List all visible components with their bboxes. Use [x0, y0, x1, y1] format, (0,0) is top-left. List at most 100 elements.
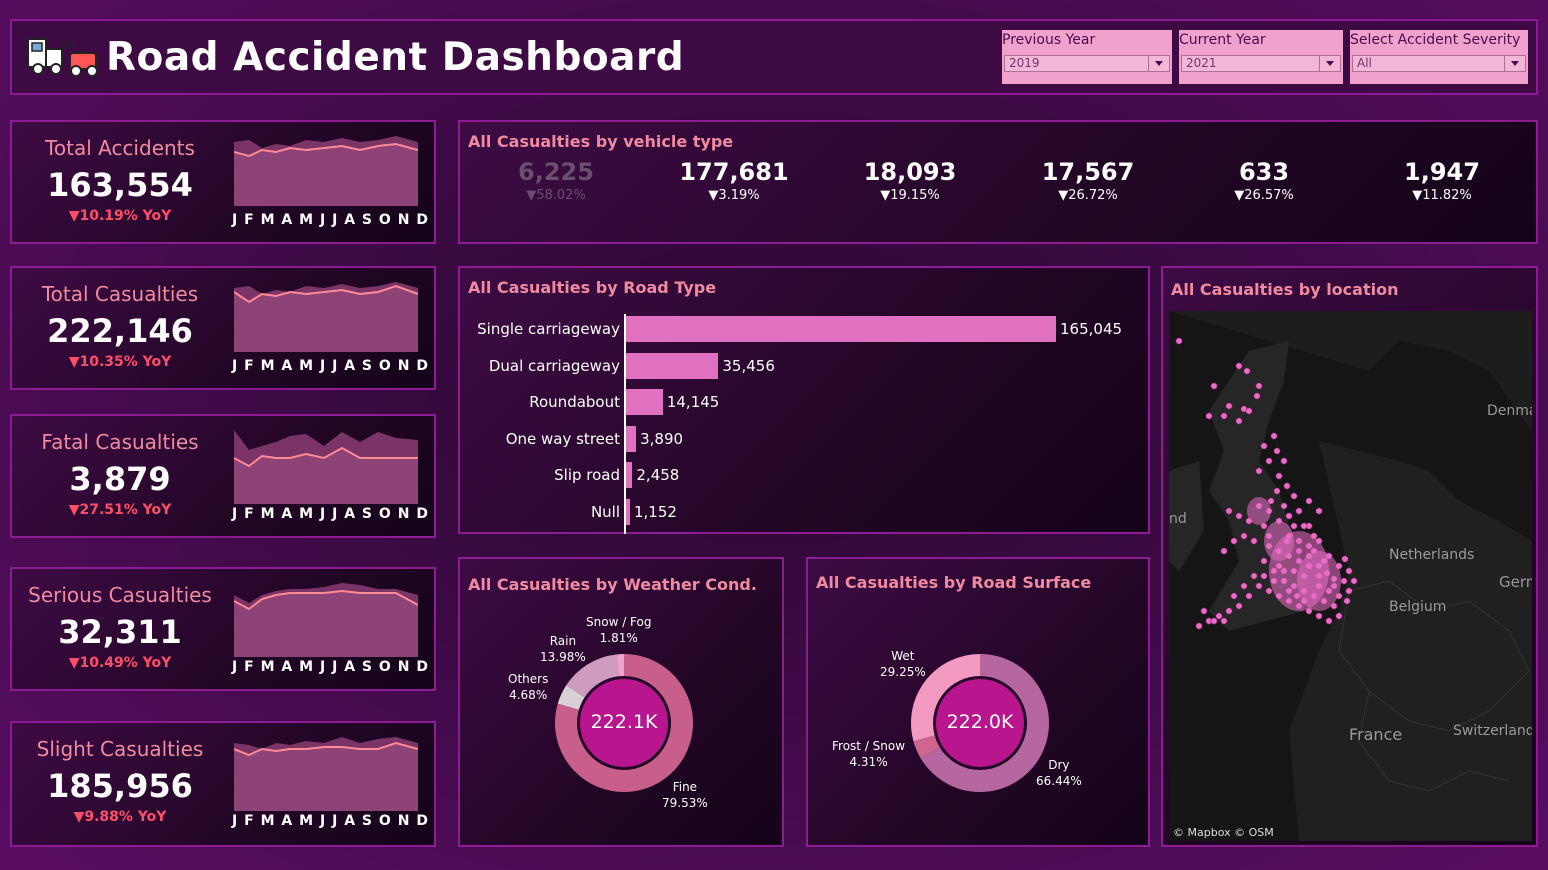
- accident-dot[interactable]: [1345, 567, 1353, 575]
- accident-dot[interactable]: [1230, 592, 1238, 600]
- dropdown-arrow-icon[interactable]: [1319, 56, 1340, 71]
- accident-dot[interactable]: [1210, 382, 1218, 390]
- accident-dot[interactable]: [1215, 612, 1223, 620]
- accident-dot[interactable]: [1235, 602, 1243, 610]
- accident-dot[interactable]: [1341, 555, 1349, 563]
- vehicle-value: 17,567: [1041, 158, 1135, 186]
- accident-dot[interactable]: [1343, 597, 1351, 605]
- kpi-serious-casualties[interactable]: Serious Casualties 32,311 ▼10.49% YoY JF…: [10, 567, 436, 691]
- accident-dot[interactable]: [1270, 432, 1278, 440]
- accident-dot[interactable]: [1255, 382, 1263, 390]
- accident-dot[interactable]: [1290, 492, 1298, 500]
- donut-slice-others[interactable]: [557, 685, 585, 711]
- accident-dot[interactable]: [1315, 612, 1323, 620]
- month-label: M: [260, 212, 275, 228]
- accident-dot[interactable]: [1273, 487, 1281, 495]
- accident-dot[interactable]: [1260, 572, 1268, 580]
- current-year-filter[interactable]: Current Year 2021: [1179, 30, 1343, 84]
- accident-dot[interactable]: [1245, 592, 1253, 600]
- accident-dot[interactable]: [1253, 392, 1261, 400]
- accident-dot[interactable]: [1273, 447, 1281, 455]
- kpi-yoy: ▼10.35% YoY: [68, 354, 172, 370]
- accident-dot[interactable]: [1283, 482, 1291, 490]
- accident-dot[interactable]: [1200, 607, 1208, 615]
- current-year-select[interactable]: 2021: [1181, 55, 1341, 72]
- accident-dot[interactable]: [1315, 507, 1323, 515]
- accident-dot[interactable]: [1220, 547, 1228, 555]
- weather-label-snow-fog: Snow / Fog 1.81%: [586, 614, 651, 646]
- kpi-total-casualties[interactable]: Total Casualties 222,146 ▼10.35% YoY JFM…: [10, 266, 436, 390]
- accident-dot[interactable]: [1260, 557, 1268, 565]
- donut-slice-frost-snow[interactable]: [913, 735, 940, 759]
- accident-dot[interactable]: [1240, 582, 1248, 590]
- month-label: M: [299, 659, 314, 675]
- road-type-bar[interactable]: [626, 352, 719, 379]
- accident-dot[interactable]: [1243, 367, 1251, 375]
- accident-dot[interactable]: [1235, 417, 1243, 425]
- accident-dot[interactable]: [1295, 507, 1303, 515]
- accident-dot[interactable]: [1225, 507, 1233, 515]
- accident-dot[interactable]: [1335, 612, 1343, 620]
- accident-dot[interactable]: [1280, 457, 1288, 465]
- map-label-belgium: Belgium: [1389, 599, 1447, 615]
- location-map[interactable]: Denmar Netherlands Germ Belgium France S…: [1169, 311, 1532, 841]
- accident-dot[interactable]: [1255, 582, 1263, 590]
- accident-dot[interactable]: [1220, 617, 1228, 625]
- accident-dot[interactable]: [1220, 412, 1228, 420]
- road-type-bar[interactable]: [626, 389, 663, 416]
- accident-dot[interactable]: [1350, 577, 1358, 585]
- accident-dot[interactable]: [1205, 412, 1213, 420]
- vehicle-metric[interactable]: 177,681 ▼3.19%: [664, 158, 804, 203]
- accident-dot[interactable]: [1225, 607, 1233, 615]
- vehicle-metric[interactable]: 17,567 ▼26.72%: [1018, 158, 1158, 203]
- accident-dot[interactable]: [1325, 617, 1333, 625]
- vehicle-metric[interactable]: 1,947 ▼11.82%: [1372, 158, 1512, 203]
- accident-dot[interactable]: [1300, 522, 1308, 530]
- kpi-yoy: ▼27.51% YoY: [68, 502, 172, 518]
- accident-dot[interactable]: [1265, 587, 1273, 595]
- kpi-fatal-casualties[interactable]: Fatal Casualties 3,879 ▼27.51% YoY JFMAM…: [10, 414, 436, 538]
- road-type-bar[interactable]: [626, 462, 633, 489]
- dropdown-arrow-icon[interactable]: [1504, 56, 1525, 71]
- accident-dot[interactable]: [1255, 467, 1263, 475]
- dropdown-arrow-icon[interactable]: [1148, 56, 1169, 71]
- accident-dot[interactable]: [1235, 512, 1243, 520]
- previous-year-select[interactable]: 2019: [1004, 55, 1170, 72]
- accident-dot[interactable]: [1240, 532, 1248, 540]
- accident-dot[interactable]: [1285, 512, 1293, 520]
- month-label: O: [378, 506, 391, 522]
- road-type-bar[interactable]: [626, 425, 637, 452]
- label-pct: 13.98%: [540, 650, 586, 664]
- severity-select[interactable]: All: [1352, 55, 1526, 72]
- accident-dot[interactable]: [1345, 587, 1353, 595]
- month-label: F: [244, 659, 254, 675]
- kpi-label: Fatal Casualties: [41, 430, 199, 454]
- vehicle-metric[interactable]: 633 ▼26.57%: [1194, 158, 1334, 203]
- label-pct: 29.25%: [880, 665, 926, 679]
- kpi-slight-casualties[interactable]: Slight Casualties 185,956 ▼9.88% YoY JFM…: [10, 721, 436, 847]
- accident-dot[interactable]: [1175, 337, 1183, 345]
- accident-dot[interactable]: [1280, 502, 1288, 510]
- vehicle-metric[interactable]: 6,225 ▼58.02%: [486, 158, 626, 203]
- severity-filter[interactable]: Select Accident Severity All: [1350, 30, 1528, 84]
- accident-dot[interactable]: [1230, 537, 1238, 545]
- vehicle-metric[interactable]: 18,093 ▼19.15%: [840, 158, 980, 203]
- accident-dot[interactable]: [1305, 497, 1313, 505]
- kpi-total-accidents[interactable]: Total Accidents 163,554 ▼10.19% YoY JFMA…: [10, 120, 436, 244]
- previous-year-filter[interactable]: Previous Year 2019: [1002, 30, 1172, 84]
- accident-dot[interactable]: [1265, 457, 1273, 465]
- month-label: J: [332, 813, 338, 829]
- accident-dot[interactable]: [1250, 572, 1258, 580]
- accident-dot[interactable]: [1290, 522, 1298, 530]
- accident-dot[interactable]: [1250, 537, 1258, 545]
- accident-dot[interactable]: [1340, 577, 1348, 585]
- accident-dot[interactable]: [1275, 472, 1283, 480]
- accident-dot[interactable]: [1260, 442, 1268, 450]
- accident-dot[interactable]: [1225, 402, 1233, 410]
- accident-dot[interactable]: [1195, 622, 1203, 630]
- road-type-bar[interactable]: [626, 499, 630, 525]
- accident-dot[interactable]: [1210, 617, 1218, 625]
- accident-dot[interactable]: [1245, 407, 1253, 415]
- accident-dot[interactable]: [1235, 362, 1243, 370]
- road-type-bar[interactable]: [626, 316, 1056, 342]
